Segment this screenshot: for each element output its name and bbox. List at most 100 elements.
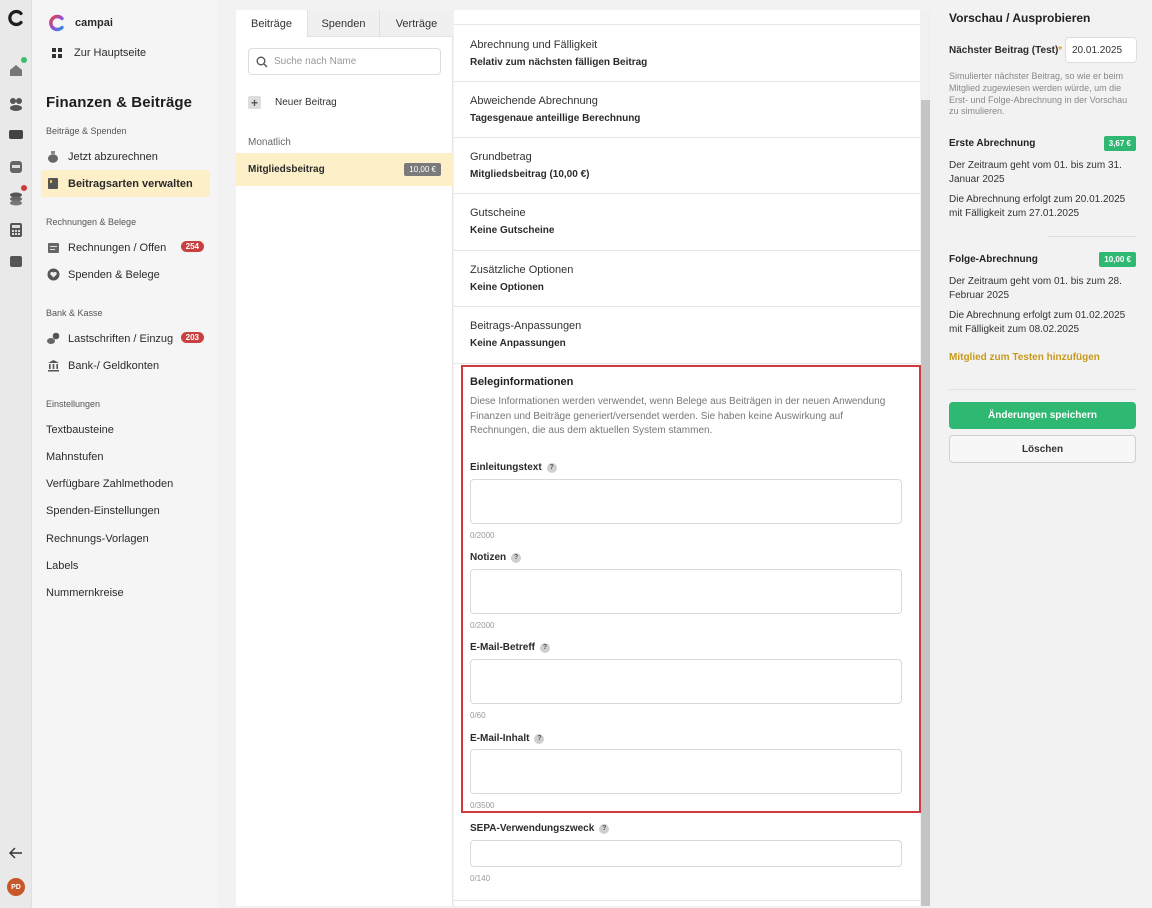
field-label-einleitungstext: Einleitungstext ? (470, 462, 557, 473)
list-item[interactable]: Mitgliedsbeitrag 10,00 € (236, 153, 453, 186)
section-header: Bank & Kasse (46, 308, 103, 318)
archive-icon[interactable] (6, 251, 26, 271)
email-inhalt-textarea[interactable] (470, 749, 902, 794)
nav-item-label: Beitragsarten verwalten (68, 177, 193, 190)
divider (1047, 236, 1137, 237)
sepa-input[interactable] (470, 840, 902, 867)
nav-sidebar: campai Zur Hauptseite Finanzen & Beiträg… (32, 0, 218, 908)
new-contribution-label: Neuer Beitrag (275, 97, 337, 108)
database-icon[interactable] (6, 157, 26, 177)
new-contribution-button[interactable]: + Neuer Beitrag (248, 96, 337, 109)
row-value: Relativ zum nächsten fälligen Beitrag (470, 57, 648, 68)
settings-link-textbausteine[interactable]: Textbausteine (46, 424, 114, 436)
home-link[interactable]: Zur Hauptseite (52, 47, 146, 59)
detail-row-grundbetrag[interactable]: Grundbetrag Mitgliedsbeitrag (10,00 €) (454, 137, 920, 193)
field-label-email-inhalt: E-Mail-Inhalt ? (470, 733, 545, 744)
save-button[interactable]: Änderungen speichern (949, 402, 1136, 429)
scrollbar-thumb[interactable] (921, 100, 930, 906)
settings-link-rechnungs-vorlagen[interactable]: Rechnungs-Vorlagen (46, 533, 149, 545)
row-value: Keine Gutscheine (470, 225, 555, 236)
section-header: Einstellungen (46, 399, 101, 409)
field-label-notizen: Notizen ? (470, 552, 522, 563)
contribution-list-panel: Beiträge Spenden Verträge + Neuer Beitra… (236, 10, 453, 906)
help-icon[interactable]: ? (546, 462, 557, 473)
price-badge: 10,00 € (404, 163, 441, 176)
add-test-member-link[interactable]: Mitglied zum Testen hinzufügen (949, 352, 1100, 363)
first-billing-due: Die Abrechnung erfolgt zum 20.01.2025 mi… (949, 194, 1126, 219)
section-description: Diese Informationen werden verwendet, we… (470, 396, 886, 436)
row-value: Keine Optionen (470, 282, 544, 293)
detail-row-abweichende-abrechnung[interactable]: Abweichende Abrechnung Tagesgenaue antei… (454, 81, 920, 137)
divider (949, 389, 1136, 390)
tab-vertraege[interactable]: Verträge (380, 10, 453, 37)
nav-item-beitragsarten-verwalten[interactable]: Beitragsarten verwalten (41, 170, 210, 197)
row-label: Grundbetrag (470, 151, 532, 163)
user-avatar[interactable]: PD (6, 877, 26, 897)
row-label: Abrechnung und Fälligkeit (470, 39, 598, 51)
next-contribution-date-input[interactable]: 20.01.2025 (1065, 37, 1137, 63)
nav-item-lastschriften[interactable]: Lastschriften / Einzug 203 (41, 325, 210, 352)
section-header: Rechnungen & Belege (46, 217, 137, 227)
count-badge: 203 (180, 332, 204, 343)
notizen-textarea[interactable] (470, 569, 902, 614)
char-counter: 0/140 (470, 874, 491, 883)
next-contribution-text: Nächster Beitrag (Test) (949, 45, 1059, 56)
grid-icon (52, 48, 62, 58)
row-value: Mitgliedsbeitrag (10,00 €) (470, 169, 590, 180)
field-label-sepa: SEPA-Verwendungszweck ? (470, 823, 610, 834)
detail-row-gutscheine[interactable]: Gutscheine Keine Gutscheine (454, 193, 920, 250)
nav-item-jetzt-abzurechnen[interactable]: Jetzt abzurechnen (41, 143, 210, 170)
help-icon[interactable]: ? (534, 733, 545, 744)
direct-debit-icon (46, 332, 60, 346)
list-tabs: Beiträge Spenden Verträge (236, 10, 453, 37)
search-icon (256, 56, 268, 67)
calculator-icon[interactable] (6, 220, 26, 240)
nav-item-label: Lastschriften / Einzug (68, 332, 174, 345)
org-name: campai (75, 17, 113, 29)
section-heading: Beleginformationen (470, 376, 574, 388)
back-arrow-icon[interactable] (6, 843, 26, 863)
row-label: Abweichende Abrechnung (470, 95, 598, 107)
char-counter: 0/2000 (470, 621, 495, 630)
nav-item-spenden-belege[interactable]: Spenden & Belege (41, 261, 210, 288)
nav-item-bank-geldkonten[interactable]: Bank-/ Geldkonten (41, 352, 210, 379)
tab-spenden[interactable]: Spenden (308, 10, 380, 37)
divider (454, 900, 920, 901)
einleitungstext-textarea[interactable] (470, 479, 902, 524)
first-billing-amount: 3,67 € (1103, 136, 1136, 151)
settings-link-spenden-einstellungen[interactable]: Spenden-Einstellungen (46, 505, 160, 517)
field-label-email-betreff: E-Mail-Betreff ? (470, 642, 551, 653)
row-value: Tagesgenaue anteillige Berechnung (470, 113, 641, 124)
char-counter: 0/3500 (470, 801, 495, 810)
search-input[interactable] (274, 56, 434, 67)
settings-link-zahlmethoden[interactable]: Verfügbare Zahlmethoden (46, 478, 173, 490)
avatar-initials: PD (7, 878, 25, 896)
status-dot-red (21, 185, 27, 191)
detail-row-abrechnung[interactable]: Abrechnung und Fälligkeit Relativ zum nä… (454, 24, 920, 81)
ledger-icon (46, 177, 60, 191)
count-badge: 254 (180, 241, 204, 252)
detail-row-beitrags-anpassungen[interactable]: Beitrags-Anpassungen Keine Anpassungen (454, 306, 920, 363)
org-switcher[interactable]: campai (48, 14, 113, 32)
settings-link-nummernkreise[interactable]: Nummernkreise (46, 587, 124, 599)
finance-icon[interactable] (6, 124, 26, 144)
first-billing-period: Der Zeitraum geht vom 01. bis zum 31. Ja… (949, 160, 1122, 185)
home-icon[interactable] (6, 57, 27, 80)
tab-beitraege[interactable]: Beiträge (236, 10, 308, 37)
app-logo-icon[interactable] (6, 8, 26, 28)
coins-icon[interactable] (6, 185, 27, 208)
help-icon[interactable]: ? (599, 823, 610, 834)
members-icon[interactable] (6, 93, 26, 113)
help-icon[interactable]: ? (511, 552, 522, 563)
follow-billing-amount: 10,00 € (1099, 252, 1136, 267)
settings-link-mahnstufen[interactable]: Mahnstufen (46, 451, 103, 463)
email-betreff-textarea[interactable] (470, 659, 902, 704)
settings-link-labels[interactable]: Labels (46, 560, 78, 572)
delete-button[interactable]: Löschen (949, 435, 1136, 463)
nav-item-rechnungen-offen[interactable]: Rechnungen / Offen 254 (41, 234, 210, 261)
simulation-hint: Simulierter nächster Beitrag, so wie er … (949, 71, 1128, 117)
nav-title: Finanzen & Beiträge (46, 94, 193, 111)
detail-row-zusaetzliche-optionen[interactable]: Zusätzliche Optionen Keine Optionen (454, 250, 920, 306)
char-counter: 0/2000 (470, 531, 495, 540)
help-icon[interactable]: ? (540, 642, 551, 653)
